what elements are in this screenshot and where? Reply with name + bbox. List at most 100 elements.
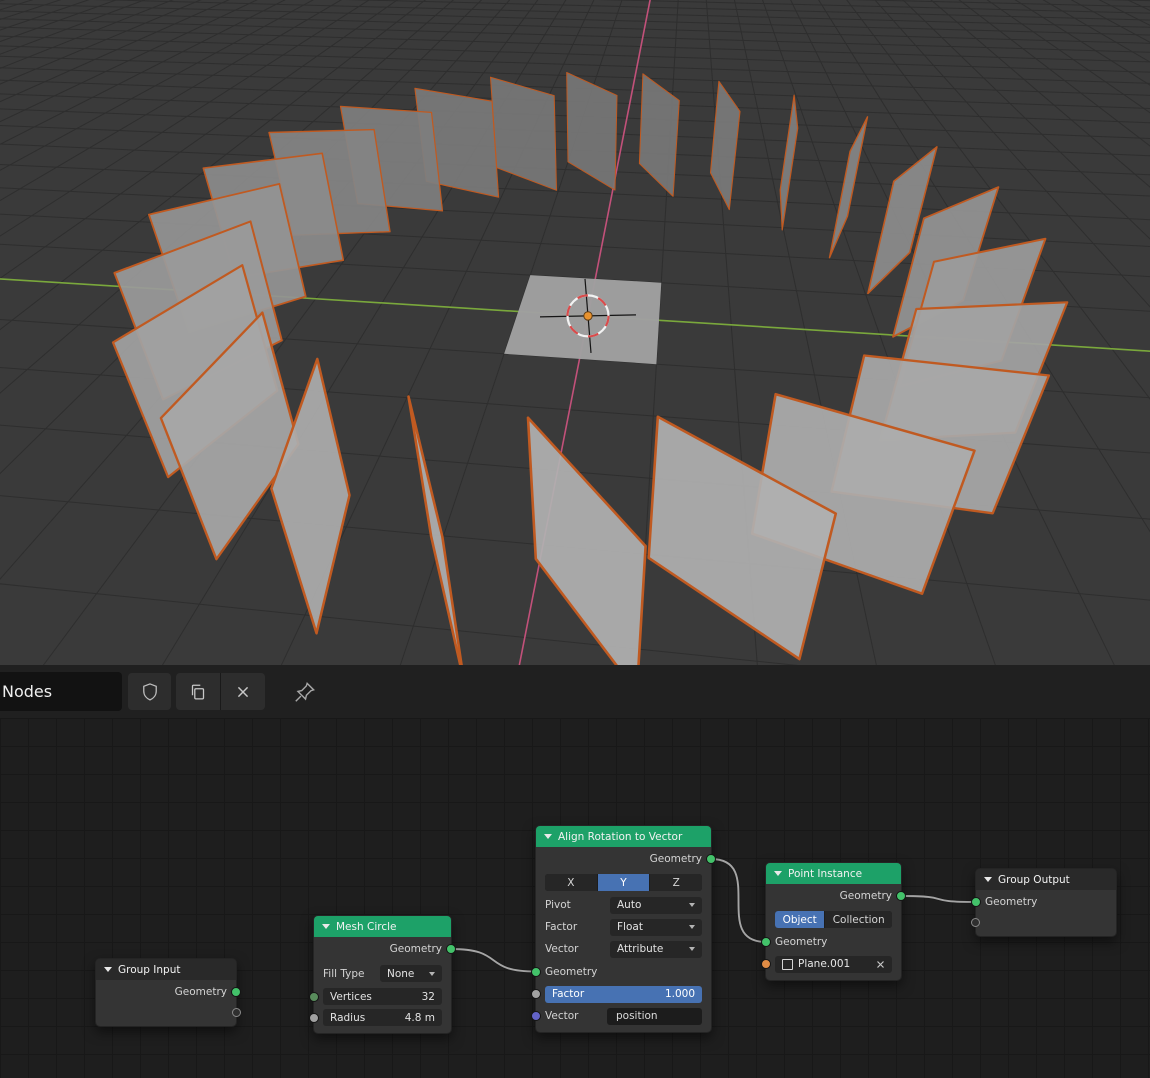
geometry-output-socket[interactable] (446, 944, 456, 954)
axis-z-button[interactable]: Z (650, 874, 702, 891)
vector-label: Vector (545, 943, 579, 955)
row-geometry-input: Geometry (971, 890, 1116, 914)
row-vertices: Vertices 32 (309, 986, 451, 1007)
factor-dropdown[interactable]: Float (610, 918, 702, 936)
node-title: Mesh Circle (336, 920, 397, 933)
collection-toggle-button[interactable]: Collection (825, 911, 892, 928)
node-header[interactable]: Mesh Circle (314, 916, 451, 937)
socket-label: Geometry (174, 986, 227, 998)
row-geometry-input: Geometry (761, 931, 901, 953)
vector-field-label: Vector (545, 1010, 579, 1022)
object-selector-field[interactable]: Plane.001 (775, 955, 892, 973)
axis-y-button[interactable]: Y (597, 874, 650, 891)
vertices-input-socket[interactable] (309, 991, 319, 1002)
row-geometry-output: Geometry (314, 937, 456, 961)
fill-type-label: Fill Type (323, 967, 365, 980)
chevron-down-icon (429, 971, 435, 976)
row-radius: Radius 4.8 m (309, 1007, 451, 1028)
radius-field[interactable]: Radius 4.8 m (323, 1009, 442, 1026)
source-plane-object[interactable] (504, 275, 662, 365)
socket-label: Geometry (839, 890, 892, 902)
clear-object-icon[interactable] (876, 960, 885, 969)
new-node-tree-button[interactable] (176, 673, 220, 710)
geometry-output-socket[interactable] (231, 987, 241, 997)
duplicate-icon (187, 681, 209, 703)
geometry-input-socket[interactable] (971, 897, 981, 907)
vector-dropdown[interactable]: Attribute (610, 940, 702, 958)
factor-slider[interactable]: Factor 1.000 (545, 985, 702, 1003)
collapse-icon[interactable] (544, 834, 552, 839)
vector-attribute-value: position (616, 1010, 658, 1022)
node-editor-canvas[interactable]: Group Input Geometry Mesh Circle Geometr… (0, 718, 1150, 1078)
row-factor-mode: Factor Float (536, 916, 711, 938)
pin-icon[interactable] (288, 675, 322, 709)
vertices-field[interactable]: Vertices 32 (323, 988, 442, 1005)
chevron-down-icon (689, 947, 695, 951)
object-toggle-button[interactable]: Object (775, 911, 825, 928)
virtual-socket[interactable] (971, 917, 980, 927)
row-object: Plane.001 (761, 953, 901, 975)
node-title: Align Rotation to Vector (558, 830, 683, 843)
node-mesh-circle[interactable]: Mesh Circle Geometry Fill Type None Vert… (309, 915, 456, 1034)
row-geometry-output: Geometry (766, 884, 906, 908)
collapse-icon[interactable] (984, 877, 992, 882)
socket-label: Geometry (649, 853, 702, 865)
pivot-label: Pivot (545, 899, 571, 911)
geometry-output-socket[interactable] (896, 891, 906, 901)
node-editor-header: Nodes (0, 665, 1150, 718)
collapse-icon[interactable] (322, 924, 330, 929)
collapse-icon[interactable] (774, 871, 782, 876)
viewport-scene (0, 0, 1150, 665)
row-virtual-input (971, 914, 1116, 931)
node-header[interactable]: Group Output (976, 869, 1116, 890)
vector-mode-value: Attribute (617, 943, 664, 955)
factor-label: Factor (545, 921, 578, 933)
socket-label: Geometry (985, 896, 1038, 908)
row-fill-type: Fill Type None (314, 961, 451, 986)
blender-window: Nodes Group Input Geometry Mesh Circle G… (0, 0, 1150, 1078)
socket-label: Geometry (389, 943, 442, 955)
node-title: Point Instance (788, 867, 863, 880)
geometry-input-socket[interactable] (761, 937, 771, 947)
vector-attribute-field[interactable]: position (607, 1007, 702, 1025)
factor-mode-value: Float (617, 921, 643, 933)
fill-type-dropdown[interactable]: None (380, 965, 442, 982)
fake-user-button[interactable] (128, 673, 171, 710)
node-group-output[interactable]: Group Output Geometry (971, 868, 1117, 937)
3d-viewport[interactable] (0, 0, 1150, 665)
socket-label: Geometry (775, 936, 828, 948)
radius-input-socket[interactable] (309, 1012, 319, 1023)
node-header[interactable]: Point Instance (766, 863, 901, 884)
node-header[interactable]: Group Input (96, 959, 236, 980)
geometry-output-socket[interactable] (706, 854, 716, 864)
collapse-icon[interactable] (104, 967, 112, 972)
radius-value: 4.8 m (404, 1011, 435, 1024)
row-pivot: Pivot Auto (536, 894, 711, 916)
row-virtual-output (96, 1004, 241, 1021)
row-vector-mode: Vector Attribute (536, 938, 711, 960)
axis-toggle: X Y Z (545, 874, 702, 891)
pivot-dropdown[interactable]: Auto (610, 896, 702, 914)
factor-input-socket[interactable] (531, 989, 541, 999)
factor-slider-label: Factor (552, 988, 585, 1000)
object-name: Plane.001 (798, 958, 851, 970)
vertices-label: Vertices (330, 990, 372, 1003)
node-align-rotation-to-vector[interactable]: Align Rotation to Vector Geometry X Y Z … (531, 825, 716, 1033)
node-link (710, 858, 767, 943)
fill-type-value: None (387, 967, 415, 980)
virtual-socket[interactable] (232, 1007, 241, 1017)
node-header[interactable]: Align Rotation to Vector (536, 826, 711, 847)
row-vector-attribute: Vector position (531, 1005, 711, 1027)
node-point-instance[interactable]: Point Instance Geometry Object Collectio… (761, 862, 906, 981)
node-tree-name-input[interactable]: Nodes (0, 672, 122, 711)
row-instance-type-toggle: Object Collection (766, 908, 901, 931)
geometry-input-socket[interactable] (531, 966, 541, 977)
object-input-socket[interactable] (761, 959, 771, 969)
node-group-input[interactable]: Group Input Geometry (95, 958, 241, 1027)
node-link (450, 948, 537, 973)
unlink-button[interactable] (220, 673, 265, 710)
axis-x-button[interactable]: X (545, 874, 597, 891)
chevron-down-icon (689, 903, 695, 907)
row-geometry-output: Geometry (536, 847, 716, 871)
vector-input-socket[interactable] (531, 1011, 541, 1021)
